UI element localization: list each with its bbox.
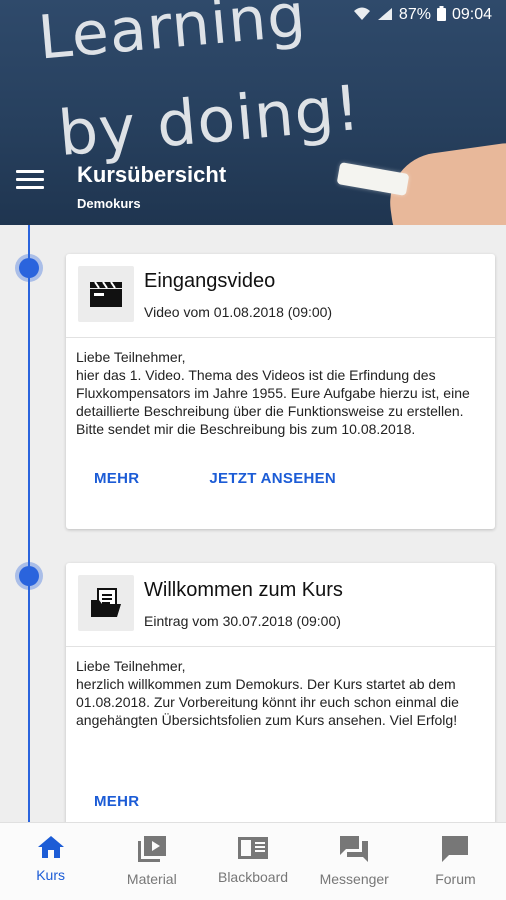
wifi-icon (353, 7, 371, 24)
signal-icon (377, 7, 393, 24)
card-actions: MEHR JETZT ANSEHEN (66, 458, 495, 487)
card-description: Liebe Teilnehmer, hier das 1. Video. The… (76, 349, 470, 437)
nav-label: Material (126, 871, 177, 887)
watch-now-button[interactable]: JETZT ANSEHEN (209, 470, 336, 487)
card-date: Video vom 01.08.2018 (09:00) (144, 304, 333, 320)
chalkboard-text-line-1: Learning (35, 0, 310, 74)
course-name: Demokurs (77, 196, 141, 211)
timeline-dot (19, 258, 39, 278)
folder-document-icon (78, 575, 134, 631)
home-icon (37, 835, 65, 859)
timeline-card-welcome[interactable]: Willkommen zum Kurs Eintrag vom 30.07.20… (66, 563, 495, 838)
timeline-dot (19, 566, 39, 586)
timeline-card-video[interactable]: Eingangsvideo Video vom 01.08.2018 (09:0… (66, 254, 495, 529)
card-title: Eingangsvideo (144, 270, 276, 292)
card-actions: MEHR (66, 785, 495, 810)
page-title: Kursübersicht (77, 162, 227, 187)
nav-label: Messenger (319, 871, 389, 887)
battery-icon (436, 6, 446, 24)
video-clapper-icon (78, 266, 134, 322)
nav-label: Kurs (36, 867, 65, 883)
card-date: Eintrag vom 30.07.2018 (09:00) (144, 613, 341, 629)
chat-bubbles-icon (339, 835, 369, 863)
timeline-line (28, 225, 30, 825)
hamburger-menu-icon[interactable] (16, 170, 44, 192)
nav-item-blackboard[interactable]: Blackboard (202, 823, 303, 900)
nav-label: Forum (435, 871, 476, 887)
chalk-image (336, 162, 410, 196)
card-description: Liebe Teilnehmer, herzlich willkommen zu… (76, 658, 459, 728)
more-button[interactable]: MEHR (94, 470, 139, 487)
nav-label: Blackboard (217, 869, 289, 885)
nav-item-kurs[interactable]: Kurs (0, 823, 101, 900)
chalkboard-text-line-2: by doing! (55, 70, 364, 171)
card-title: Willkommen zum Kurs (144, 579, 343, 601)
status-bar: 87% 09:04 (353, 6, 492, 24)
chat-icon (441, 835, 469, 863)
card-header: Eingangsvideo Video vom 01.08.2018 (09:0… (66, 254, 495, 338)
battery-percentage: 87% (398, 6, 431, 23)
video-library-icon (137, 835, 167, 863)
more-button[interactable]: MEHR (94, 793, 139, 810)
nav-item-messenger[interactable]: Messenger (304, 823, 405, 900)
nav-item-material[interactable]: Material (101, 823, 202, 900)
nav-item-forum[interactable]: Forum (405, 823, 506, 900)
course-header: Learning by doing! 87% 09:04 Kursübersic… (0, 0, 506, 225)
book-icon (237, 835, 269, 861)
bottom-navigation: Kurs Material Blackboard Messenger Forum (0, 822, 506, 900)
card-header: Willkommen zum Kurs Eintrag vom 30.07.20… (66, 563, 495, 647)
clock: 09:04 (451, 6, 492, 23)
